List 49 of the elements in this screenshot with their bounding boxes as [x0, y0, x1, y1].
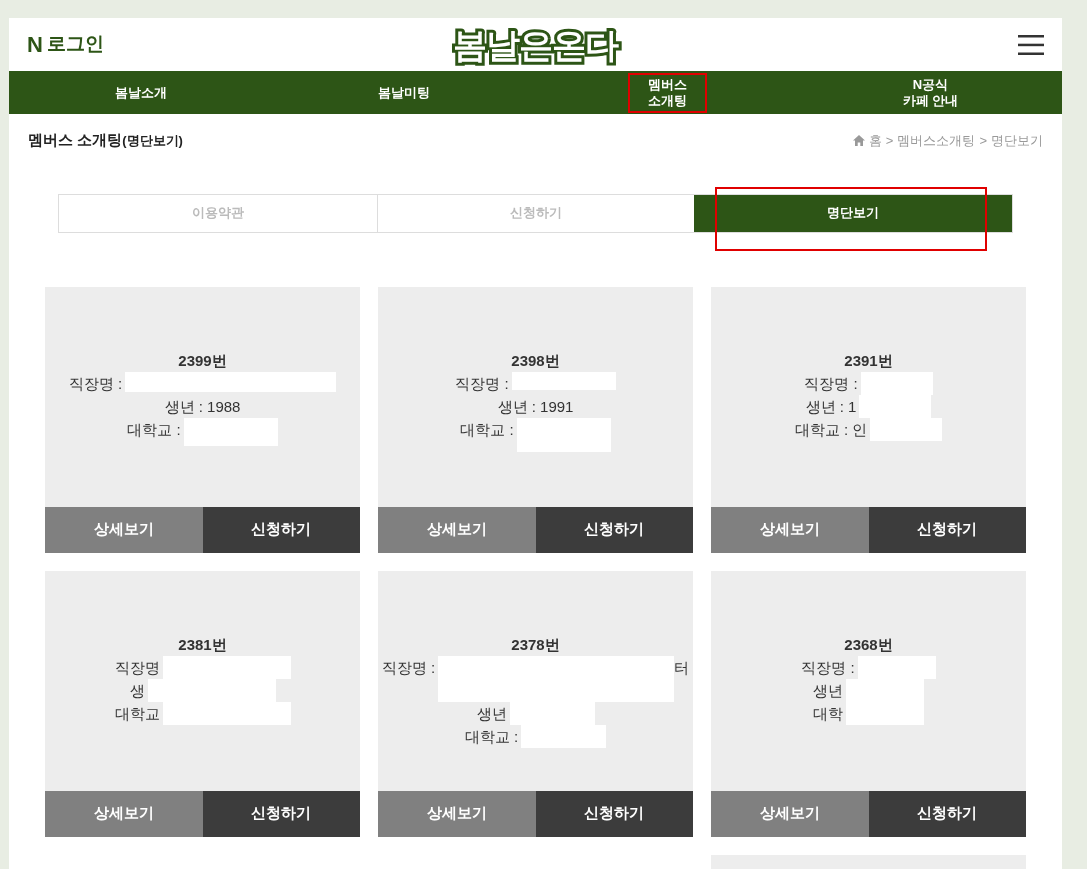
field-label: 생년 : 1991	[497, 396, 574, 417]
field-label: 생년	[813, 680, 843, 701]
card-number: 2399번	[178, 350, 227, 371]
field-label: 대학교 :	[464, 726, 519, 747]
card-button[interactable]: 상세보기	[378, 790, 536, 837]
card-number: 2378번	[511, 634, 560, 655]
field-label: 생년 : 1	[805, 396, 857, 417]
home-icon	[852, 134, 865, 146]
card-button[interactable]: 상세보기	[711, 506, 869, 553]
field-label: 생	[129, 680, 145, 701]
card-button[interactable]: 상세보기	[378, 506, 536, 553]
nav-link[interactable]: N공식 카페 안내	[900, 74, 961, 111]
field-value: 터	[674, 657, 690, 678]
card-button[interactable]: 상세보기	[45, 506, 203, 553]
card-number: 2398번	[511, 350, 560, 371]
field-label: 직장명 :	[801, 657, 855, 678]
nav-link[interactable]: 봄날소개	[112, 82, 169, 103]
card-button[interactable]: 상세보기	[711, 790, 869, 837]
field-label: 직장명 :	[381, 657, 436, 678]
breadcrumb-separator: >	[885, 131, 894, 150]
breadcrumb-separator: >	[979, 131, 987, 150]
login-link[interactable]: 로그인	[46, 30, 104, 59]
card-button[interactable]: 신청하기	[535, 506, 693, 553]
field-label: 대학교 :	[460, 419, 514, 440]
card-number: 2381번	[178, 634, 227, 655]
card-number: 2368번	[844, 634, 893, 655]
nav-link[interactable]: 멤버스 소개팅	[629, 74, 705, 111]
field-label: 생년 : 1988	[164, 396, 241, 417]
card-button[interactable]: 신청하기	[868, 790, 1026, 837]
field-label: 생년	[476, 703, 507, 724]
page-title: 멤버스 소개팅(명단보기)	[28, 130, 183, 150]
field-label: 대학교	[114, 703, 160, 724]
field-label: 대학교 :	[127, 419, 181, 440]
field-label: 직장명 :	[455, 373, 509, 394]
card-button[interactable]: 신청하기	[202, 506, 360, 553]
field-label: 직장명 :	[804, 373, 858, 394]
field-label: 대학	[813, 703, 843, 724]
field-label: 대학교 : 인	[794, 419, 868, 440]
card-button[interactable]: 신청하기	[202, 790, 360, 837]
nav-link[interactable]: 봄날미팅	[375, 82, 432, 103]
field-label: 직장명 :	[68, 373, 123, 394]
card-number: 2391번	[844, 350, 893, 371]
card-button[interactable]: 신청하기	[868, 506, 1026, 553]
menu-icon[interactable]	[1018, 34, 1044, 55]
card-button[interactable]: 신청하기	[535, 790, 693, 837]
field-label: 직장명	[114, 657, 160, 678]
n-logo: N	[27, 33, 43, 56]
tab[interactable]: 명단보기	[694, 194, 1012, 232]
card-button[interactable]: 상세보기	[45, 790, 203, 837]
